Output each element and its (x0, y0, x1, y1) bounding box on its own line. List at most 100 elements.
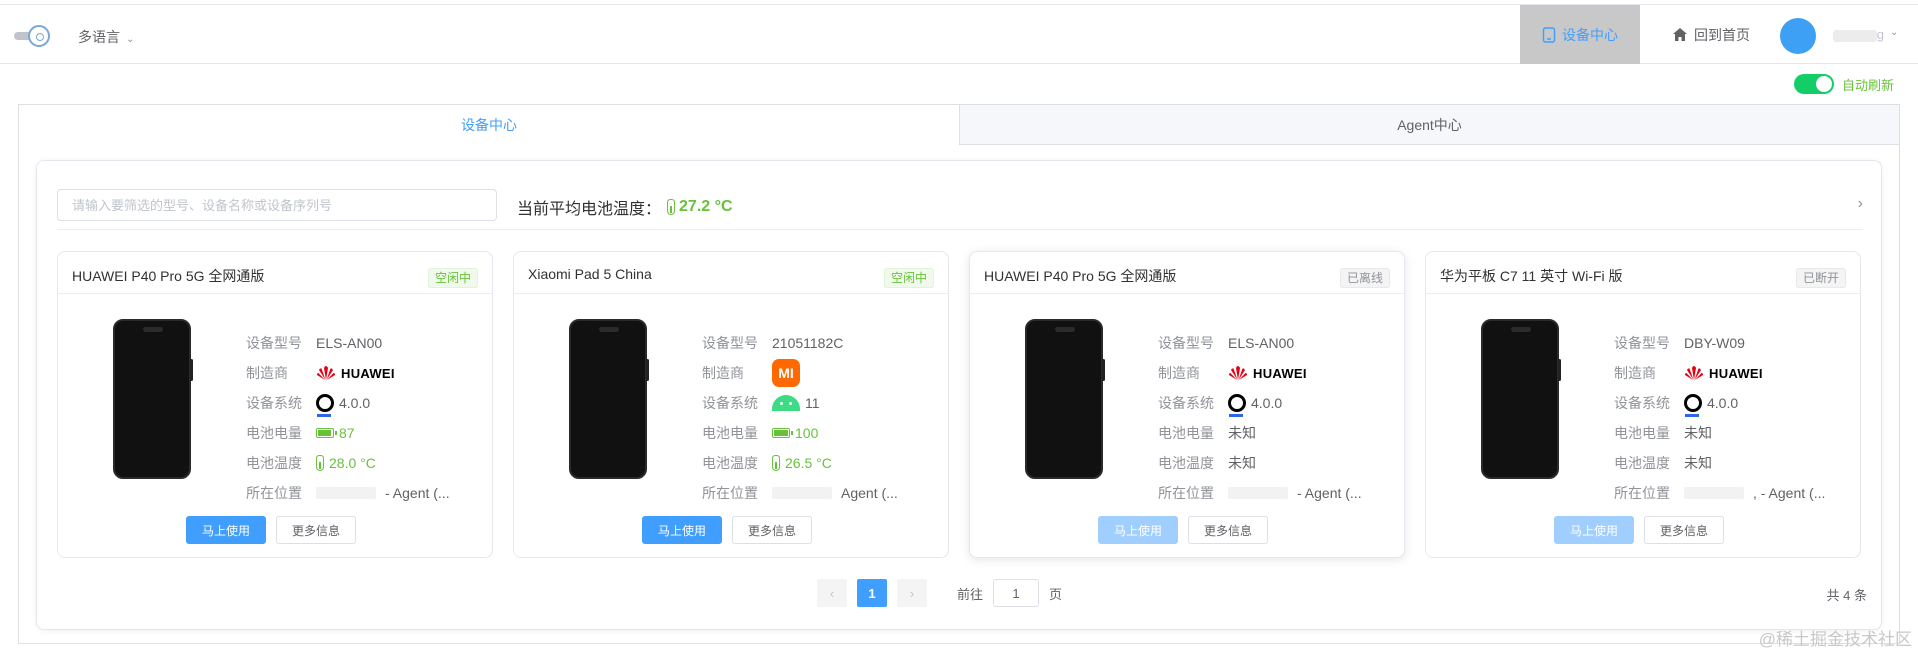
temperature-value: 26.5 °C (785, 455, 832, 471)
xiaomi-logo: MI (772, 359, 800, 387)
device-card-header: 华为平板 C7 11 英寸 Wi-Fi 版 已断开 (1426, 252, 1860, 294)
os-version: 11 (805, 395, 820, 411)
device-search-input[interactable] (57, 189, 497, 221)
temperature-label: 电池温度 (246, 455, 302, 471)
prev-page-button[interactable]: ‹ (817, 579, 847, 607)
tablet-icon (1542, 26, 1556, 43)
manufacturer-value: HUAWEI (1709, 365, 1763, 381)
watermark: @稀土掘金技术社区 (1758, 630, 1912, 649)
temperature-value: 未知 (1228, 455, 1256, 471)
status-badge: 已断开 (1795, 268, 1846, 288)
battery-label: 电池电量 (246, 425, 302, 441)
model-label: 设备型号 (702, 335, 758, 351)
device-card-header: HUAWEI P40 Pro 5G 全网通版 空闲中 (58, 252, 492, 294)
harmonyos-icon (1684, 394, 1702, 417)
switch-knob (1816, 76, 1832, 92)
battery-value: 未知 (1684, 425, 1712, 441)
device-name: Xiaomi Pad 5 China (528, 266, 652, 282)
chevron-right-icon[interactable]: › (1858, 195, 1863, 213)
location-redacted (772, 487, 832, 499)
model-value: ELS-AN00 (1228, 335, 1295, 351)
nav-device-center[interactable]: 设备中心 (1520, 5, 1640, 64)
device-card-header: HUAWEI P40 Pro 5G 全网通版 已离线 (970, 252, 1404, 294)
goto-page-input[interactable] (993, 579, 1040, 607)
thermometer-icon (667, 199, 676, 215)
more-info-button[interactable]: 更多信息 (732, 516, 812, 544)
status-badge: 空闲中 (427, 268, 478, 288)
tab-agent-center[interactable]: Agent中心 (959, 105, 1899, 145)
temperature-value: 28.0 °C (329, 455, 376, 471)
location-label: 所在位置 (1614, 485, 1670, 501)
total-count: 共 4 条 (1826, 588, 1867, 603)
device-name: HUAWEI P40 Pro 5G 全网通版 (984, 268, 1177, 284)
location-value: , - Agent (... (1753, 485, 1826, 501)
device-image (113, 319, 193, 479)
chevron-down-icon[interactable]: ⌄ (1890, 27, 1898, 38)
device-image (1025, 319, 1105, 479)
sidebar-collapse-toggle[interactable] (14, 25, 50, 47)
tab-device-center[interactable]: 设备中心 (19, 105, 959, 145)
device-image (1481, 319, 1561, 479)
user-name[interactable]: g (1824, 27, 1884, 43)
manufacturer-label: 制造商 (246, 365, 288, 381)
android-icon (772, 395, 800, 411)
device-info: 设备型号 ELS-AN00 制造商 HUAWEI 设备系统 4.0.0 电池电量 未知… (1158, 328, 1362, 508)
battery-value: 87 (339, 425, 355, 441)
device-panel: 当前平均电池温度： 27.2 °C › HUAWEI P40 Pro 5G 全网… (36, 160, 1882, 630)
auto-refresh-control: 自动刷新 (1794, 74, 1894, 94)
huawei-flower-icon (1685, 366, 1703, 380)
nav-device-center-label: 设备中心 (1562, 26, 1618, 43)
temperature-label: 电池温度 (1614, 455, 1670, 471)
nav-home-label: 回到首页 (1694, 26, 1750, 43)
manufacturer-value: HUAWEI (1253, 365, 1307, 381)
use-now-button[interactable]: 马上使用 (1098, 516, 1178, 544)
model-label: 设备型号 (246, 335, 302, 351)
location-redacted (316, 487, 376, 499)
battery-label: 电池电量 (702, 425, 758, 441)
page-suffix-label: 页 (1049, 586, 1063, 602)
huawei-logo: HUAWEI (1684, 365, 1763, 381)
os-version: 4.0.0 (339, 395, 371, 411)
battery-value: 未知 (1228, 425, 1256, 441)
more-info-button[interactable]: 更多信息 (1188, 516, 1268, 544)
model-value: 21051182C (772, 335, 844, 351)
use-now-button[interactable]: 马上使用 (186, 516, 266, 544)
top-header: 多语言 ⌄ 设备中心 回到首页 g ⌄ (0, 4, 1918, 64)
thermometer-icon (316, 455, 324, 471)
user-name-suffix: g (1876, 27, 1884, 42)
battery-value: 100 (795, 425, 819, 441)
device-name: HUAWEI P40 Pro 5G 全网通版 (72, 268, 265, 284)
auto-refresh-switch[interactable] (1794, 74, 1834, 94)
more-info-button[interactable]: 更多信息 (1644, 516, 1724, 544)
os-label: 设备系统 (1614, 395, 1670, 411)
huawei-flower-icon (1229, 366, 1247, 380)
use-now-button[interactable]: 马上使用 (1554, 516, 1634, 544)
next-page-button[interactable]: › (897, 579, 927, 607)
auto-refresh-label: 自动刷新 (1842, 77, 1895, 93)
page-number-button[interactable]: 1 (857, 579, 887, 607)
temperature-label: 电池温度 (702, 455, 758, 471)
device-card: HUAWEI P40 Pro 5G 全网通版 空闲中 设备型号 ELS-AN00 … (57, 251, 493, 558)
os-label: 设备系统 (702, 395, 758, 411)
status-badge: 空闲中 (883, 268, 934, 288)
device-name: 华为平板 C7 11 英寸 Wi-Fi 版 (1440, 268, 1623, 284)
battery-label: 电池电量 (1158, 425, 1214, 441)
nav-home[interactable]: 回到首页 (1656, 5, 1766, 64)
os-label: 设备系统 (246, 395, 302, 411)
model-label: 设备型号 (1614, 335, 1670, 351)
language-label: 多语言 (78, 29, 120, 45)
language-dropdown[interactable]: 多语言 ⌄ (78, 27, 134, 47)
pagination: ‹ 1 › 前往 页 (817, 579, 1062, 607)
device-card: Xiaomi Pad 5 China 空闲中 设备型号 21051182C 制造商… (513, 251, 949, 558)
temperature-value: 未知 (1684, 455, 1712, 471)
more-info-button[interactable]: 更多信息 (276, 516, 356, 544)
huawei-flower-icon (317, 366, 335, 380)
battery-icon (316, 428, 337, 438)
status-badge: 已离线 (1339, 268, 1390, 288)
goto-label: 前往 (957, 586, 984, 602)
use-now-button[interactable]: 马上使用 (642, 516, 722, 544)
device-info: 设备型号 DBY-W09 制造商 HUAWEI 设备系统 4.0.0 电池电量 未知 … (1614, 328, 1825, 508)
location-value: - Agent (... (385, 485, 450, 501)
device-card: HUAWEI P40 Pro 5G 全网通版 已离线 设备型号 ELS-AN00 … (969, 251, 1405, 558)
user-avatar[interactable] (1780, 18, 1816, 54)
